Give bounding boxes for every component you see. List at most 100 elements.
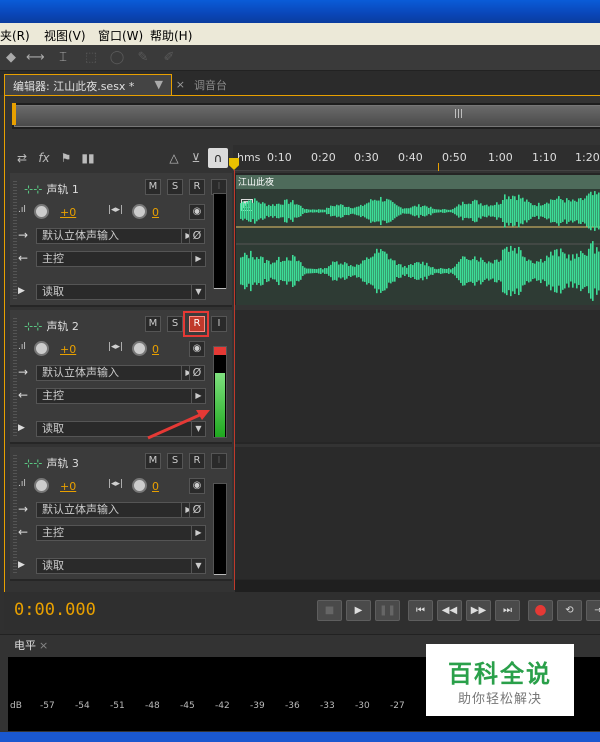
play-icon[interactable]: ▶ bbox=[346, 600, 371, 621]
waveform-sample bbox=[476, 200, 478, 222]
lasso-tool-icon[interactable]: ◯ bbox=[108, 50, 126, 66]
record-arm-button[interactable]: R bbox=[189, 453, 205, 469]
mute-button[interactable]: M bbox=[145, 453, 161, 469]
track-grip[interactable] bbox=[13, 181, 17, 301]
waveform-sample bbox=[342, 264, 344, 278]
track-grip[interactable] bbox=[13, 318, 17, 438]
menu-window[interactable]: 窗口(W) bbox=[98, 27, 143, 44]
waveform-sample bbox=[348, 266, 350, 276]
skip-to-end-icon[interactable]: ⏭ bbox=[495, 600, 520, 621]
waveform-sample bbox=[350, 208, 352, 214]
loop-icon[interactable]: ⟲ bbox=[557, 600, 582, 621]
waveform-sample bbox=[380, 196, 382, 226]
solo-button[interactable]: S bbox=[167, 316, 183, 332]
stereo-icon[interactable]: ◉ bbox=[189, 204, 205, 220]
waveform-sample bbox=[394, 203, 396, 219]
record-arm-button[interactable]: R bbox=[189, 316, 205, 332]
expand-triangle-icon[interactable]: ▶ bbox=[18, 286, 25, 296]
fast-forward-icon[interactable]: ▶▶ bbox=[466, 600, 491, 621]
stereo-icon[interactable]: ◉ bbox=[189, 478, 205, 494]
menu-view[interactable]: 视图(V) bbox=[44, 27, 86, 44]
expand-triangle-icon[interactable]: ▶ bbox=[18, 423, 25, 433]
pan-value[interactable]: 0 bbox=[152, 343, 159, 356]
track-grip[interactable] bbox=[13, 455, 17, 575]
output-select[interactable]: 主控 ▶ bbox=[36, 388, 206, 404]
waveform-sample bbox=[304, 209, 306, 213]
track-2-lane[interactable] bbox=[235, 310, 600, 444]
phase-invert-button[interactable]: Ø bbox=[189, 365, 205, 381]
volume-value[interactable]: +0 bbox=[60, 343, 76, 356]
output-select[interactable]: 主控 ▶ bbox=[36, 525, 206, 541]
zoom-navigator-bar[interactable] bbox=[14, 105, 600, 127]
pan-knob[interactable] bbox=[132, 204, 147, 219]
record-arm-button[interactable]: R bbox=[189, 179, 205, 195]
input-select[interactable]: 默认立体声输入▶ bbox=[36, 228, 196, 244]
solo-button[interactable]: S bbox=[167, 453, 183, 469]
pan-knob[interactable] bbox=[132, 341, 147, 356]
stereo-icon[interactable]: ◉ bbox=[189, 341, 205, 357]
metronome-icon[interactable]: △ bbox=[164, 148, 184, 168]
input-select[interactable]: 默认立体声输入▶ bbox=[36, 365, 196, 381]
tab-mixer[interactable]: 调音台 bbox=[186, 74, 242, 95]
sends-icon[interactable]: ⚑ bbox=[56, 148, 76, 168]
waveform-sample bbox=[272, 204, 274, 218]
volume-knob[interactable] bbox=[34, 204, 49, 219]
input-monitor-button[interactable]: I bbox=[211, 453, 227, 469]
volume-knob[interactable] bbox=[34, 478, 49, 493]
mute-button[interactable]: M bbox=[145, 179, 161, 195]
razor-tool-icon[interactable]: ⌶ bbox=[54, 50, 72, 66]
watermark-logo: 百科全说 助你轻松解决 bbox=[426, 644, 574, 716]
track-3-name[interactable]: ⊹⊹ 声轨 3 bbox=[24, 455, 79, 471]
monitor-icon[interactable]: ⊻ bbox=[186, 148, 206, 168]
inputs-outputs-icon[interactable]: ⇄ bbox=[12, 148, 32, 168]
time-selection-icon[interactable]: ⟷ bbox=[26, 50, 45, 66]
pause-icon[interactable]: ❚❚ bbox=[375, 600, 400, 621]
move-tool-icon[interactable]: ◆ bbox=[2, 50, 20, 66]
phase-invert-button[interactable]: Ø bbox=[189, 228, 205, 244]
menu-favorites[interactable]: 夹(R) bbox=[0, 27, 30, 44]
solo-button[interactable]: S bbox=[167, 179, 183, 195]
automation-select[interactable]: 读取 ▼ bbox=[36, 284, 206, 300]
track-2-header: ⊹⊹ 声轨 2 M S R I .ıl +0 |◂▸| 0 ◉ → 默认立体声输入… bbox=[10, 310, 232, 444]
tab-editor[interactable]: 编辑器: 江山此夜.sesx * ▼ × bbox=[4, 74, 185, 95]
skip-to-start-icon[interactable]: ⏮ bbox=[408, 600, 433, 621]
brush-tool-icon[interactable]: ✎ bbox=[134, 50, 152, 66]
track-2-name[interactable]: ⊹⊹ 声轨 2 bbox=[24, 318, 79, 334]
volume-knob[interactable] bbox=[34, 341, 49, 356]
waveform-sample bbox=[460, 205, 462, 217]
waveform-sample bbox=[444, 268, 446, 274]
stop-icon[interactable]: ■ bbox=[317, 600, 342, 621]
eq-icon[interactable]: ▮▮ bbox=[78, 148, 98, 168]
tab-close-icon[interactable]: × bbox=[176, 78, 185, 91]
track-3-lane[interactable] bbox=[235, 447, 600, 581]
pan-value[interactable]: 0 bbox=[152, 480, 159, 493]
rewind-icon[interactable]: ◀◀ bbox=[437, 600, 462, 621]
tab-close-icon[interactable]: × bbox=[39, 639, 48, 652]
output-arrow-icon: ← bbox=[18, 525, 29, 539]
timecode-display[interactable]: 0:00.000 bbox=[14, 600, 96, 620]
mute-button[interactable]: M bbox=[145, 316, 161, 332]
track-1-name[interactable]: ⊹⊹ 声轨 1 bbox=[24, 181, 79, 197]
volume-value[interactable]: +0 bbox=[60, 480, 76, 493]
volume-value[interactable]: +0 bbox=[60, 206, 76, 219]
tab-menu-icon[interactable]: ▼ bbox=[155, 78, 163, 91]
waveform-sample bbox=[398, 263, 400, 279]
input-monitor-button[interactable]: I bbox=[211, 316, 227, 332]
navigator-grip-icon[interactable]: ||| bbox=[454, 109, 463, 119]
automation-select[interactable]: 读取 ▼ bbox=[36, 558, 206, 574]
pan-value[interactable]: 0 bbox=[152, 206, 159, 219]
effects-fx-icon[interactable]: fx bbox=[34, 148, 54, 168]
output-select[interactable]: 主控 ▶ bbox=[36, 251, 206, 267]
pan-knob[interactable] bbox=[132, 478, 147, 493]
phase-invert-button[interactable]: Ø bbox=[189, 502, 205, 518]
expand-triangle-icon[interactable]: ▶ bbox=[18, 560, 25, 570]
tab-levels[interactable]: 电平 × bbox=[4, 637, 48, 655]
menu-help[interactable]: 帮助(H) bbox=[150, 27, 192, 44]
time-ruler[interactable]: hms 0:10 0:20 0:30 0:40 0:50 1:00 1:10 1… bbox=[233, 145, 600, 171]
headphone-icon[interactable]: ∩ bbox=[208, 148, 228, 168]
input-select[interactable]: 默认立体声输入▶ bbox=[36, 502, 196, 518]
record-icon[interactable]: ● bbox=[528, 600, 553, 621]
skip-selection-icon[interactable]: ⇥ bbox=[586, 600, 600, 621]
marquee-tool-icon[interactable]: ⬚ bbox=[82, 50, 100, 66]
spot-heal-icon[interactable]: ✐ bbox=[160, 50, 178, 66]
